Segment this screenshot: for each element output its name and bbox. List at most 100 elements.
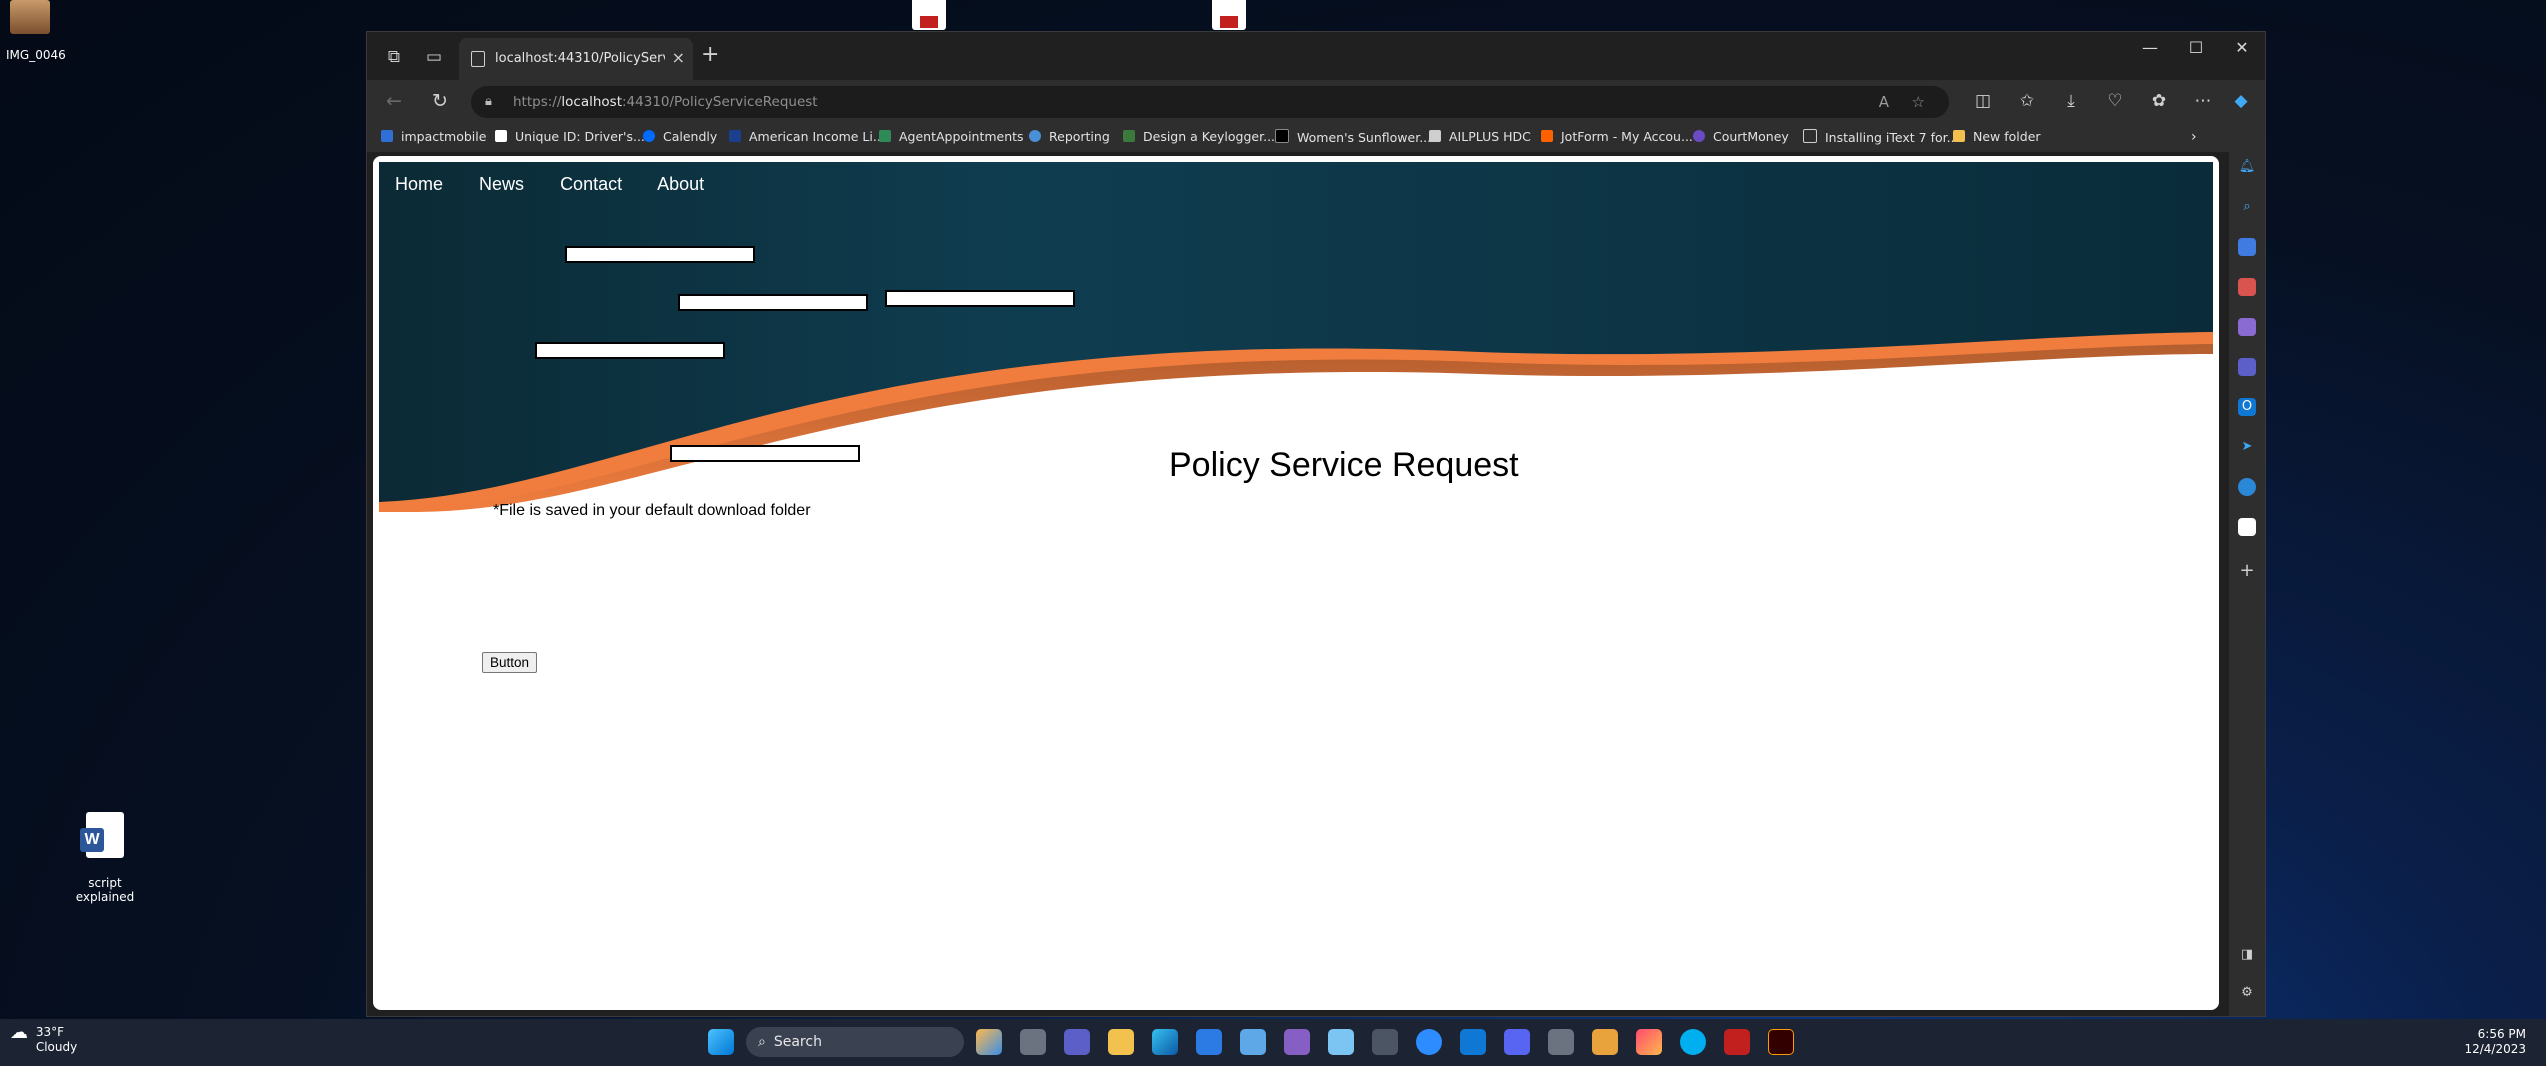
bookmark-item[interactable]: Reporting <box>1029 129 1110 144</box>
settings-icon[interactable] <box>1372 1029 1398 1055</box>
tools-icon[interactable] <box>2238 278 2256 296</box>
add-sidebar-app-icon[interactable]: + <box>2238 562 2256 580</box>
bookmark-item[interactable]: CourtMoney <box>1693 129 1789 144</box>
visual-studio-icon[interactable] <box>1284 1029 1310 1055</box>
task-view-icon[interactable] <box>1020 1029 1046 1055</box>
bookmark-favicon-icon <box>1123 130 1135 142</box>
hide-sidebar-icon[interactable]: ◨ <box>2238 946 2256 964</box>
read-aloud-icon[interactable]: A <box>1879 86 1889 118</box>
notifications-icon[interactable]: 🔔︎ <box>2238 158 2256 176</box>
workspaces-icon[interactable]: ⧉ <box>379 42 409 72</box>
shopping-icon[interactable] <box>2238 238 2256 256</box>
system-clock[interactable]: 6:56 PM 12/4/2023 <box>2464 1027 2526 1057</box>
bookmark-item[interactable]: JotForm - My Accou... <box>1541 129 1693 144</box>
tab-title: localhost:44310/PolicyServiceRe <box>495 51 665 66</box>
lock-icon[interactable]: 🔒︎ <box>485 86 492 118</box>
refresh-icon[interactable]: ↻ <box>425 86 455 116</box>
weather-widget[interactable]: ☁ 33°F Cloudy <box>10 1024 77 1055</box>
copilot-taskbar-icon[interactable] <box>976 1029 1002 1055</box>
favorites-bar: impactmobile Unique ID: Driver's... Cale… <box>367 122 2265 152</box>
bookmark-item[interactable]: American Income Li... <box>729 129 885 144</box>
favorite-star-icon[interactable]: ☆ <box>1912 86 1925 118</box>
bookmarks-overflow-icon[interactable]: › <box>2191 129 2197 145</box>
acrobat-icon[interactable] <box>1724 1029 1750 1055</box>
bookmark-favicon-icon <box>381 130 393 142</box>
bookmark-favicon-icon <box>1275 129 1289 143</box>
bookmark-item[interactable]: AgentAppointments <box>879 129 1024 144</box>
edge-icon[interactable] <box>1152 1029 1178 1055</box>
store-icon[interactable] <box>1196 1029 1222 1055</box>
desktop-icon-script-explained[interactable]: W script explained <box>70 798 140 918</box>
split-screen-icon[interactable]: ◫ <box>1967 86 1999 116</box>
page-favicon-icon <box>471 51 485 67</box>
nav-about[interactable]: About <box>657 174 704 194</box>
text-input-5[interactable] <box>670 445 860 462</box>
bookmark-item[interactable]: Installing iText 7 for... <box>1803 129 1959 145</box>
illustrator-icon[interactable] <box>1768 1029 1794 1055</box>
games-icon[interactable] <box>2238 318 2256 336</box>
start-windows-icon[interactable] <box>708 1029 734 1055</box>
bookmark-item[interactable]: New folder <box>1953 129 2041 144</box>
taskbar-search[interactable]: ⌕ Search <box>746 1027 964 1057</box>
skype-icon[interactable] <box>1680 1029 1706 1055</box>
pdf-file-icon[interactable] <box>912 0 946 30</box>
bookmark-favicon-icon <box>1693 130 1705 142</box>
outlook-icon[interactable]: O <box>2238 398 2256 416</box>
minimize-icon[interactable]: — <box>2127 38 2173 57</box>
submit-button[interactable]: Button <box>482 652 538 673</box>
back-icon[interactable]: ← <box>379 86 409 116</box>
zoom-icon[interactable] <box>1416 1029 1442 1055</box>
text-input-4[interactable] <box>535 342 725 359</box>
globe-icon[interactable] <box>2238 478 2256 496</box>
extensions-icon[interactable]: ✿ <box>2143 86 2175 116</box>
bookmark-item[interactable]: Women's Sunflower... <box>1275 129 1431 145</box>
nav-home[interactable]: Home <box>395 174 443 194</box>
bookmark-item[interactable]: impactmobile <box>381 129 486 144</box>
text-input-3[interactable] <box>885 290 1075 307</box>
text-input-2[interactable] <box>678 294 868 311</box>
send-icon[interactable]: ➤ <box>2238 438 2256 456</box>
bookmark-item[interactable]: AILPLUS HDC <box>1429 129 1531 144</box>
downloads-icon[interactable]: ⤓ <box>2055 86 2087 116</box>
browser-essentials-icon[interactable]: ♡ <box>2099 86 2131 116</box>
browser-window: ⧉ ▭ localhost:44310/PolicyServiceRe × + … <box>366 31 2266 1017</box>
discord-icon[interactable] <box>1504 1029 1530 1055</box>
photos-icon[interactable] <box>1240 1029 1266 1055</box>
office-icon[interactable] <box>2238 358 2256 376</box>
nav-news[interactable]: News <box>479 174 524 194</box>
tab-actions-icon[interactable]: ▭ <box>419 42 449 72</box>
new-tab-icon[interactable]: + <box>701 42 719 67</box>
notepad-icon[interactable] <box>1328 1029 1354 1055</box>
bookmark-item[interactable]: Unique ID: Driver's... <box>495 129 645 144</box>
close-window-icon[interactable]: ✕ <box>2219 38 2265 57</box>
desktop-icon-img-0046[interactable]: IMG_0046 <box>6 0 66 62</box>
pdf-file-icon[interactable] <box>1212 0 1246 30</box>
url-text: https://localhost:44310/PolicyServiceReq… <box>513 94 818 110</box>
app-icon[interactable] <box>2238 518 2256 536</box>
bookmark-favicon-icon <box>495 130 507 142</box>
sidebar-settings-icon[interactable]: ⚙ <box>2238 984 2256 1002</box>
search-icon[interactable]: ⌕ <box>2238 198 2256 216</box>
teams-icon[interactable] <box>1064 1029 1090 1055</box>
address-bar[interactable]: 🔒︎ https://localhost:44310/PolicyService… <box>471 86 1949 118</box>
web-page: Home News Contact About Policy Service R… <box>373 156 2219 1010</box>
nav-contact[interactable]: Contact <box>560 174 622 194</box>
close-tab-icon[interactable]: × <box>672 48 685 67</box>
outlook-taskbar-icon[interactable] <box>1460 1029 1486 1055</box>
bookmark-item[interactable]: Design a Keylogger... <box>1123 129 1275 144</box>
creative-cloud-icon[interactable] <box>1636 1029 1662 1055</box>
text-input-1[interactable] <box>565 246 755 263</box>
copilot-icon[interactable]: ◆ <box>2225 86 2257 116</box>
site-nav: Home News Contact About <box>395 174 735 195</box>
folder-app-icon[interactable] <box>1592 1029 1618 1055</box>
more-options-icon[interactable]: ⋯ <box>2187 86 2219 116</box>
calculator-icon[interactable] <box>1548 1029 1574 1055</box>
search-icon: ⌕ <box>758 1034 766 1050</box>
download-note: *File is saved in your default download … <box>493 502 811 519</box>
tab-bar: ⧉ ▭ localhost:44310/PolicyServiceRe × + … <box>367 32 2265 80</box>
tab-policy-service-request[interactable]: localhost:44310/PolicyServiceRe × <box>459 38 693 80</box>
bookmark-item[interactable]: Calendly <box>643 129 717 144</box>
maximize-icon[interactable]: ☐ <box>2173 38 2219 57</box>
file-explorer-icon[interactable] <box>1108 1029 1134 1055</box>
favorites-icon[interactable]: ✩ <box>2011 86 2043 116</box>
